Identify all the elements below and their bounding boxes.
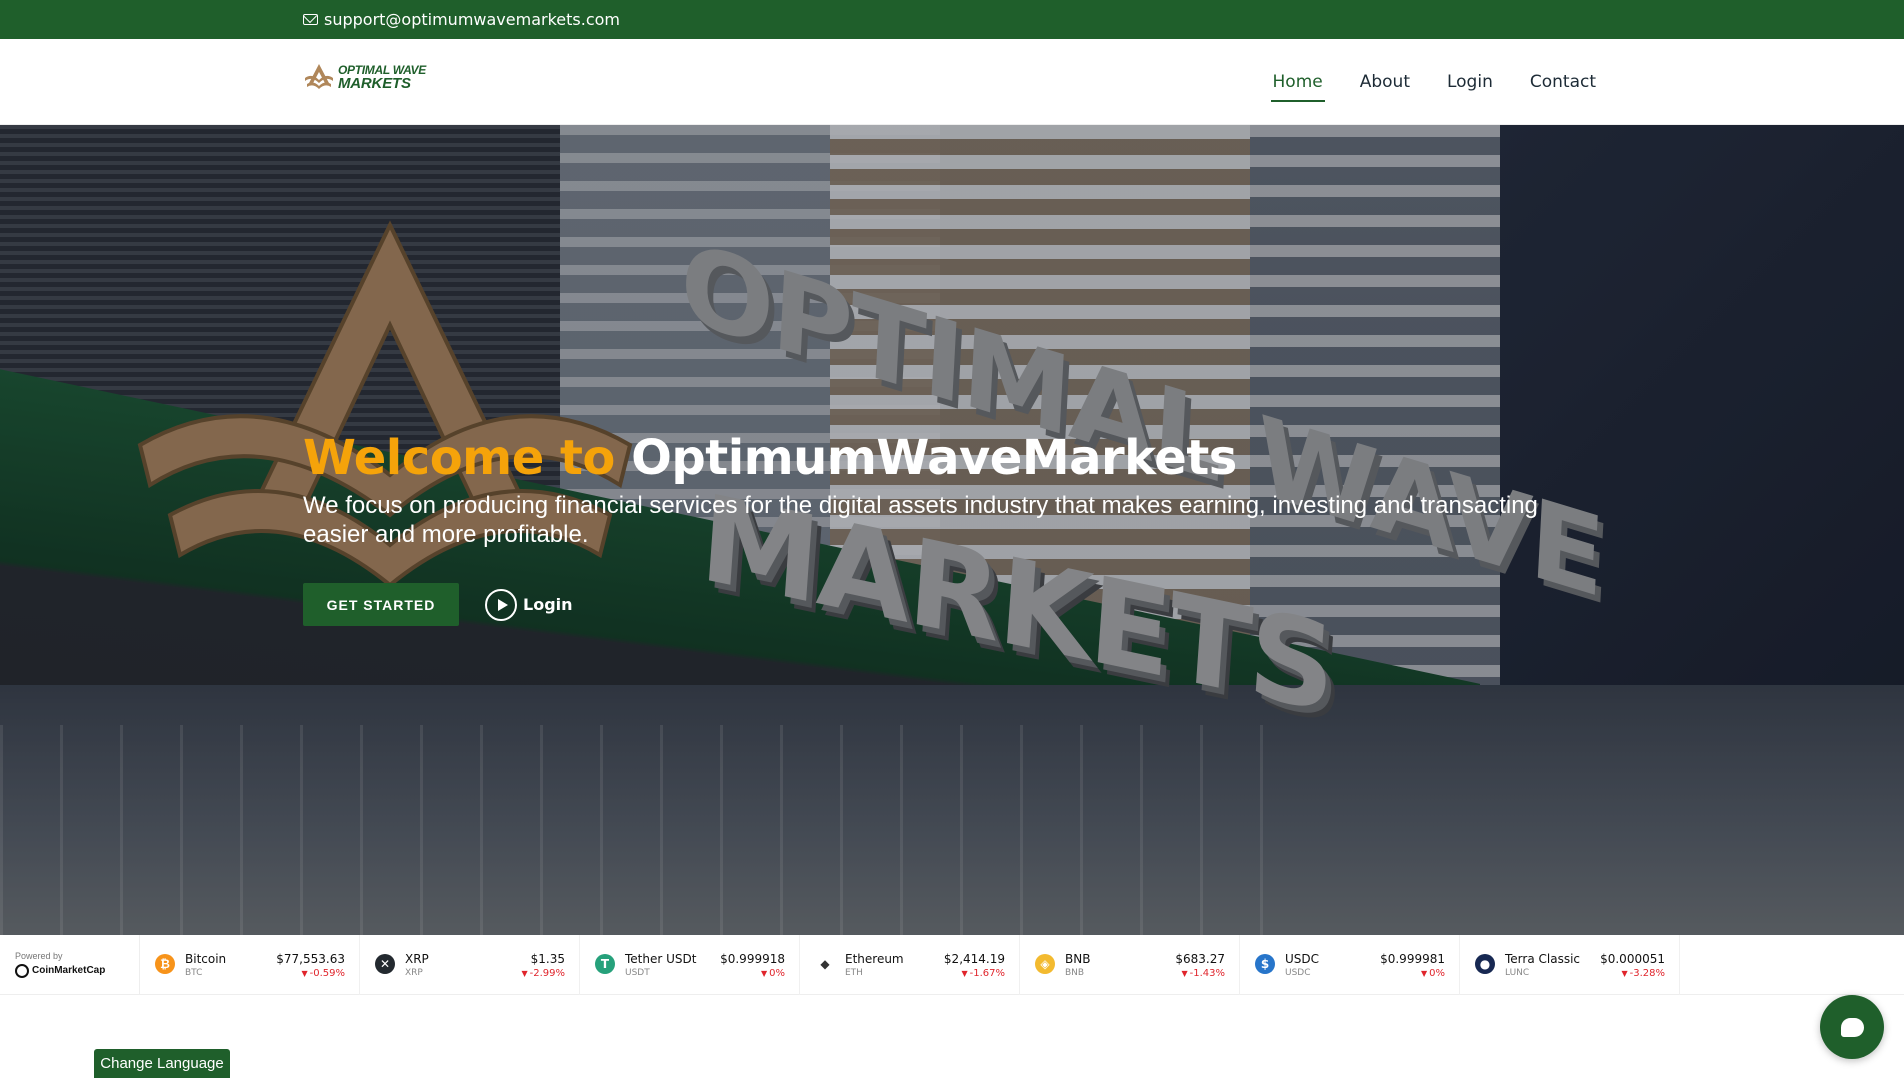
lunc-coin-icon: ● [1475,953,1495,974]
coin-symbol: LUNC [1505,967,1530,978]
coin-change: -3.28% [1621,968,1665,979]
btc-coin-icon: ₿ [155,953,175,974]
powered-by-text: Powered by [15,950,63,961]
coin-change: 0% [761,968,785,979]
coin-name: BNB [1065,951,1091,966]
hero-title-main: OptimumWaveMarkets [631,430,1237,486]
hero-title-accent: Welcome to [303,430,615,486]
coin-price: $1.35 [530,951,565,966]
coin-name: Bitcoin [185,951,227,966]
ticker-attribution[interactable]: Powered by CoinMarketCap [0,934,140,995]
eth-coin-icon: ◆ [815,953,835,974]
coin-change: -2.99% [521,968,565,979]
nav-about[interactable]: About [1358,66,1412,98]
crypto-ticker: Powered by CoinMarketCap ₿ Bitcoin BTC $77,… [0,934,1904,995]
coin-symbol: BTC [185,967,203,978]
envelope-icon [303,14,318,25]
coin-price: $2,414.19 [943,951,1005,966]
play-icon [485,588,517,621]
usdc-coin-icon: $ [1255,953,1275,974]
chat-widget-button[interactable] [1820,995,1884,1059]
hero-title: Welcome to OptimumWaveMarkets [303,432,1603,485]
site-logo[interactable]: OPTIMAL WAVE MARKETS [304,63,426,91]
coin-change: -1.67% [961,968,1005,979]
change-language-button[interactable]: Change Language [94,1049,230,1078]
nav-contact[interactable]: Contact [1528,66,1598,98]
hero-login-link[interactable]: Login [485,588,573,621]
hero-section: OPTIMAL WAVE MARKETS Welcome to OptimumW… [0,125,1904,935]
main-nav: Home About Login Contact [1270,39,1598,125]
coinmarketcap-icon [15,963,29,978]
coin-name: Ethereum [845,951,904,966]
coin-name: Tether USDt [625,951,697,966]
hero-subtitle: We focus on producing financial services… [303,491,1538,548]
coin-symbol: XRP [405,967,423,978]
ticker-item[interactable]: ◆ EthereumETH $2,414.19 -1.67% [800,934,1020,995]
ticker-item[interactable]: T Tether USDtUSDT $0.999918 0% [580,934,800,995]
logo-text-bottom: MARKETS [338,74,411,92]
nav-home[interactable]: Home [1270,66,1325,102]
coin-price: $77,553.63 [276,951,345,966]
support-email-text: support@optimumwavemarkets.com [324,10,620,29]
coin-symbol: ETH [845,967,863,978]
coin-name: XRP [405,951,429,966]
hero-login-label: Login [523,595,573,614]
usdt-coin-icon: T [595,953,615,974]
support-email-link[interactable]: support@optimumwavemarkets.com [303,0,620,39]
coin-price: $0.999918 [720,951,785,966]
ticker-coins: ₿ BitcoinBTC $77,553.63 -0.59% ✕ XRPXRP $1.35 -… [140,934,1680,995]
coin-symbol: BNB [1065,967,1085,978]
ticker-item[interactable]: ₿ BitcoinBTC $77,553.63 -0.59% [140,934,360,995]
ticker-item[interactable]: ◈ BNBBNB $683.27 -1.43% [1020,934,1240,995]
coin-name: Terra Classic [1505,951,1580,966]
coin-price: $0.999981 [1380,951,1445,966]
coin-price: $683.27 [1175,951,1225,966]
hero-actions: GET STARTED Login [303,583,573,626]
coin-change: -1.43% [1181,968,1225,979]
ticker-item[interactable]: $ USDCUSDC $0.999981 0% [1240,934,1460,995]
coin-price: $0.000051 [1600,951,1665,966]
chat-bubble-icon [1841,1018,1864,1037]
coin-change: -0.59% [301,968,345,979]
nav-login[interactable]: Login [1445,66,1495,98]
top-contact-bar: support@optimumwavemarkets.com [0,0,1904,39]
provider-name: CoinMarketCap [32,965,106,976]
bnb-coin-icon: ◈ [1035,953,1055,974]
coin-symbol: USDT [625,967,650,978]
coin-change: 0% [1421,968,1445,979]
site-header: OPTIMAL WAVE MARKETS Home About Login Co… [0,39,1904,125]
hero-content: Welcome to OptimumWaveMarkets We focus o… [303,432,1603,549]
get-started-button[interactable]: GET STARTED [303,583,459,626]
xrp-coin-icon: ✕ [375,953,395,974]
ticker-item[interactable]: ✕ XRPXRP $1.35 -2.99% [360,934,580,995]
logo-text-top: OPTIMAL WAVE [338,62,426,77]
coin-name: USDC [1285,951,1320,966]
logo-emblem-icon [305,64,333,89]
ticker-item[interactable]: ● Terra ClassicLUNC $0.000051 -3.28% [1460,934,1680,995]
coin-symbol: USDC [1285,967,1311,978]
